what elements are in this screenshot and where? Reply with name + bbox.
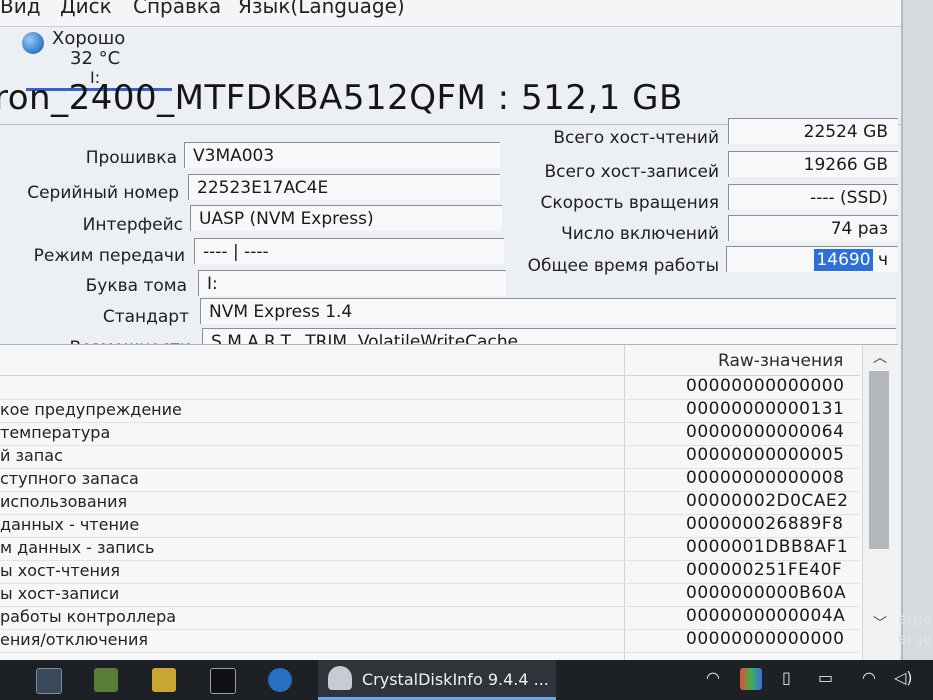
background-window-label: erge [898,610,932,628]
taskbar-crystaldiskinfo[interactable]: CrystalDiskInfo 9.4.4 ... [318,660,556,700]
table-row[interactable]: данных - чтение 000000026889F8 [0,514,860,538]
raw-value: 00000000000008 [686,468,845,488]
host-reads-label: Всего хост-чтений [553,128,719,148]
table-row[interactable]: й запас 00000000000005 [0,445,860,469]
color-app-icon[interactable] [740,668,762,690]
firmware-field: V3MA003 [184,142,500,168]
attribute-name: использования [0,492,128,511]
transfer-mode-field: ---- | ---- [194,238,504,264]
host-writes-label: Всего хост-записей [544,162,719,182]
serial-label: Серийный номер [27,183,179,203]
scroll-thumb[interactable] [869,371,889,549]
power-hours-unit: ч [877,250,888,270]
attribute-name: ения/отключения [0,630,148,649]
raw-value: 0000001DBB8AF1 [686,537,849,557]
attribute-name: данных - чтение [0,515,140,534]
volume-field: I: [198,270,506,296]
table-scrollbar[interactable]: ︿ ﹀ [862,345,897,660]
power-hours-field[interactable]: 14690 ч [726,246,898,272]
menu-language[interactable]: Язык(Language) [238,0,405,18]
wifi-icon[interactable]: ◠ [706,668,720,687]
menu-help[interactable]: Справка [133,0,221,18]
menu-disk[interactable]: Диск [60,0,112,18]
table-row[interactable]: работы контроллера 0000000000004A [0,606,860,630]
raw-value: 00000000000005 [686,445,845,465]
temperature: 32 °C [70,48,121,69]
raw-value: 00000002D0CAE2 [686,491,849,511]
firmware-label: Прошивка [85,148,177,168]
attribute-name: работы контроллера [0,607,177,626]
raw-value: 00000000000000 [686,629,845,649]
transfer-mode-label: Режим передачи [33,246,185,266]
table-row[interactable]: ступного запаса 00000000000008 [0,468,860,492]
usb-drive-icon[interactable]: ▯ [782,668,791,687]
rotation-label: Скорость вращения [540,193,720,213]
table-row[interactable]: ения/отключения 00000000000000 [0,629,860,653]
attribute-name: ы хост-записи [0,584,120,603]
table-row[interactable]: м данных - запись 0000001DBB8AF1 [0,537,860,561]
raw-value: 000000251FE40F [686,560,843,580]
standard-label: Стандарт [102,307,189,327]
table-row[interactable]: использования 00000002D0CAE2 [0,491,860,515]
app-icon[interactable] [94,668,118,692]
attribute-name: кое предупреждение [0,400,182,419]
power-hours-label: Общее время работы [527,256,719,276]
scroll-up-icon[interactable]: ︿ [863,347,897,369]
table-row[interactable]: 00000000000000 [0,376,860,400]
raw-value: 000000026889F8 [686,514,844,534]
app-m-icon[interactable] [268,668,292,692]
raw-value: 0000000000004A [686,606,846,626]
network-icon[interactable]: ◠ [862,668,876,687]
attribute-name: й запас [0,446,63,465]
host-reads-field: 22524 GB [728,118,898,144]
rotation-field: ---- (SSD) [728,184,898,210]
table-row[interactable]: температура 00000000000064 [0,422,860,446]
taskbar: CrystalDiskInfo 9.4.4 ... ◠ ▯ ▭ ◠ ◁) [0,660,933,700]
standard-field: NVM Express 1.4 [200,298,896,324]
raw-values-header[interactable]: Raw-значения [718,351,843,371]
volume-label: Буква тома [85,276,187,296]
power-count-label: Число включений [561,224,719,244]
smart-table[interactable]: Raw-значения 00000000000000 кое предупре… [0,344,898,660]
health-status: Хорошо [52,28,126,49]
table-row[interactable]: кое предупреждение 00000000000131 [0,399,860,423]
interface-label: Интерфейс [82,215,183,235]
attribute-name: ступного запаса [0,469,139,488]
table-row[interactable]: ы хост-записи 0000000000B60A [0,583,860,607]
menu-bar: Вид Диск Справка Язык(Language) [0,0,905,27]
health-status-icon [22,32,44,54]
battery-icon[interactable]: ▭ [818,668,833,687]
interface-field: UASP (NVM Express) [190,205,502,231]
table-row[interactable]: ы хост-чтения 000000251FE40F [0,560,860,584]
power-hours-value: 14690 [814,249,873,271]
crystaldiskinfo-window: Вид Диск Справка Язык(Language) Хорошо 3… [0,0,933,660]
serial-field: 22523E17AC4E [188,174,500,200]
file-explorer-icon[interactable] [152,668,176,692]
taskbar-app-title: CrystalDiskInfo 9.4.4 ... [362,670,549,689]
raw-value: 00000000000000 [686,376,845,396]
raw-value: 0000000000B60A [686,583,847,603]
attribute-name: температура [0,423,111,442]
task-manager-icon[interactable] [36,668,62,694]
volume-icon[interactable]: ◁) [894,668,913,687]
window-right-edge [901,0,933,660]
menu-view[interactable]: Вид [0,0,41,18]
attribute-name: ы хост-чтения [0,561,120,580]
power-count-field: 74 раз [728,215,898,241]
crystaldiskinfo-icon [328,666,352,690]
command-prompt-icon[interactable] [210,668,236,694]
scroll-down-icon[interactable]: ﹀ [863,613,897,635]
table-header: Raw-значения [0,345,860,376]
raw-value: 00000000000131 [686,399,845,419]
background-window-label: erge [898,630,932,648]
attribute-name: м данных - запись [0,538,155,557]
raw-value: 00000000000064 [686,422,845,442]
host-writes-field: 19266 GB [728,151,898,177]
disk-model-title: ron_2400_MTFDKBA512QFM : 512,1 GB [0,78,683,118]
